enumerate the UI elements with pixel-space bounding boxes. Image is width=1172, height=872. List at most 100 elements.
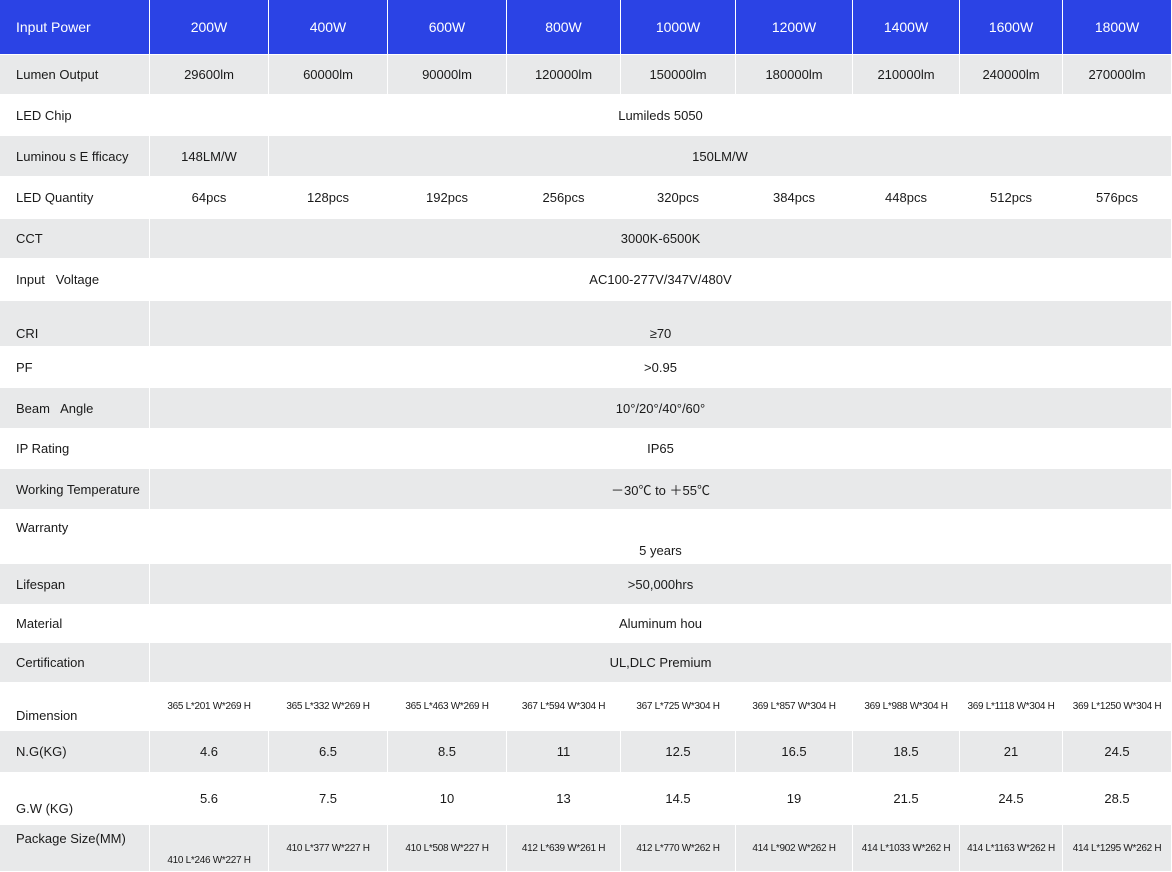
- table-row-cct: CCT 3000K-6500K: [0, 219, 1172, 259]
- table-cell: 210000lm: [853, 55, 960, 95]
- table-cell: 150LM/W: [269, 136, 1172, 177]
- power-600w: 600W: [388, 0, 507, 55]
- power-200w: 200W: [150, 0, 269, 55]
- power-1000w: 1000W: [621, 0, 736, 55]
- table-cell: 28.5: [1063, 773, 1172, 825]
- table-cell: 6.5: [269, 731, 388, 773]
- table-cell: 320pcs: [621, 177, 736, 219]
- table-cell: 369 L*857 W*304 H: [736, 683, 853, 731]
- table-cell: 414 L*902 W*262 H: [736, 825, 853, 872]
- row-label-net-weight: N.G(KG): [0, 731, 150, 773]
- table-cell: 270000lm: [1063, 55, 1172, 95]
- spec-table: Input Power 200W 400W 600W 800W 1000W 12…: [0, 0, 1172, 872]
- table-row-package-size: Package Size(MM) 410 L*246 W*227 H 410 L…: [0, 825, 1172, 872]
- table-row-material: Material Aluminum hou: [0, 605, 1172, 643]
- table-row-dimension: Dimension 365 L*201 W*269 H 365 L*332 W*…: [0, 683, 1172, 731]
- table-cell: 5.6: [150, 773, 269, 825]
- table-cell: 414 L*1033 W*262 H: [853, 825, 960, 872]
- table-cell: 13: [507, 773, 621, 825]
- table-cell: 410 L*377 W*227 H: [269, 825, 388, 872]
- table-cell: Aluminum hou: [150, 605, 1172, 643]
- table-cell: 369 L*988 W*304 H: [853, 683, 960, 731]
- table-cell: 365 L*332 W*269 H: [269, 683, 388, 731]
- power-1200w: 1200W: [736, 0, 853, 55]
- table-cell: 512pcs: [960, 177, 1063, 219]
- row-label-beam-angle: Beam Angle: [0, 388, 150, 429]
- table-cell: Lumileds 5050: [150, 95, 1172, 136]
- table-cell: 3000K-6500K: [150, 219, 1172, 259]
- table-row-lumen-output: Lumen Output 29600lm 60000lm 90000lm 120…: [0, 55, 1172, 95]
- table-cell: 10°/20°/40°/60°: [150, 388, 1172, 429]
- table-cell: 21.5: [853, 773, 960, 825]
- table-cell: 192pcs: [388, 177, 507, 219]
- table-row-cri: CRI ≥70: [0, 301, 1172, 347]
- table-row-warranty: Warranty 5 years: [0, 510, 1172, 564]
- table-cell: 150000lm: [621, 55, 736, 95]
- table-cell: 410 L*246 W*227 H: [150, 825, 269, 872]
- row-label-ip-rating: IP Rating: [0, 429, 150, 469]
- row-label-input-voltage: Input Voltage: [0, 259, 150, 301]
- table-row-ip-rating: IP Rating IP65: [0, 429, 1172, 469]
- power-400w: 400W: [269, 0, 388, 55]
- table-row-luminous-efficacy: Luminou s E fficacy 148LM/W 150LM/W: [0, 136, 1172, 177]
- table-cell: 18.5: [853, 731, 960, 773]
- table-cell: 64pcs: [150, 177, 269, 219]
- row-label-led-chip: LED Chip: [0, 95, 150, 136]
- table-cell: 369 L*1118 W*304 H: [960, 683, 1063, 731]
- table-cell: 90000lm: [388, 55, 507, 95]
- table-cell: 365 L*201 W*269 H: [150, 683, 269, 731]
- row-label-cri: CRI: [0, 301, 150, 347]
- table-cell: 576pcs: [1063, 177, 1172, 219]
- table-row-led-chip: LED Chip Lumileds 5050: [0, 95, 1172, 136]
- power-800w: 800W: [507, 0, 621, 55]
- table-cell: 16.5: [736, 731, 853, 773]
- table-cell: 24.5: [960, 773, 1063, 825]
- table-cell: 21: [960, 731, 1063, 773]
- table-row-certification: Certification UL,DLC Premium: [0, 643, 1172, 683]
- row-label-gross-weight: G.W (KG): [0, 773, 150, 825]
- table-row-input-voltage: Input Voltage AC100-277V/347V/480V: [0, 259, 1172, 301]
- row-label-lumen-output: Lumen Output: [0, 55, 150, 95]
- table-cell: 448pcs: [853, 177, 960, 219]
- table-cell: 367 L*594 W*304 H: [507, 683, 621, 731]
- table-cell: 14.5: [621, 773, 736, 825]
- table-cell: UL,DLC Premium: [150, 643, 1172, 683]
- row-label-warranty: Warranty: [0, 510, 150, 564]
- table-cell: 367 L*725 W*304 H: [621, 683, 736, 731]
- table-cell: 120000lm: [507, 55, 621, 95]
- table-cell: ≥70: [150, 301, 1172, 347]
- table-row-beam-angle: Beam Angle 10°/20°/40°/60°: [0, 388, 1172, 429]
- power-1600w: 1600W: [960, 0, 1063, 55]
- table-cell: 7.5: [269, 773, 388, 825]
- power-1800w: 1800W: [1063, 0, 1172, 55]
- table-row-lifespan: Lifespan >50,000hrs: [0, 564, 1172, 605]
- table-cell: 240000lm: [960, 55, 1063, 95]
- table-cell: 412 L*639 W*261 H: [507, 825, 621, 872]
- row-label-led-quantity: LED Quantity: [0, 177, 150, 219]
- row-label-lifespan: Lifespan: [0, 564, 150, 605]
- row-label-dimension: Dimension: [0, 683, 150, 731]
- table-cell: 384pcs: [736, 177, 853, 219]
- table-cell: 256pcs: [507, 177, 621, 219]
- row-label-package-size: Package Size(MM): [0, 825, 150, 872]
- table-cell: 19: [736, 773, 853, 825]
- table-cell: 24.5: [1063, 731, 1172, 773]
- header-row: Input Power 200W 400W 600W 800W 1000W 12…: [0, 0, 1172, 55]
- table-cell: 8.5: [388, 731, 507, 773]
- table-cell: 5 years: [150, 510, 1172, 564]
- row-label-luminous-efficacy: Luminou s E fficacy: [0, 136, 150, 177]
- table-cell: 410 L*508 W*227 H: [388, 825, 507, 872]
- row-label-cct: CCT: [0, 219, 150, 259]
- table-cell: >50,000hrs: [150, 564, 1172, 605]
- table-cell: 414 L*1295 W*262 H: [1063, 825, 1172, 872]
- table-cell: 10: [388, 773, 507, 825]
- table-row-led-quantity: LED Quantity 64pcs 128pcs 192pcs 256pcs …: [0, 177, 1172, 219]
- row-label-certification: Certification: [0, 643, 150, 683]
- table-cell: >0.95: [150, 347, 1172, 388]
- row-label-input-power: Input Power: [0, 0, 150, 55]
- table-cell: 412 L*770 W*262 H: [621, 825, 736, 872]
- table-row-net-weight: N.G(KG) 4.6 6.5 8.5 11 12.5 16.5 18.5 21…: [0, 731, 1172, 773]
- row-label-working-temperature: Working Temperature: [0, 469, 150, 510]
- table-cell: －30℃ to ＋55℃: [150, 469, 1172, 510]
- table-cell: 414 L*1163 W*262 H: [960, 825, 1063, 872]
